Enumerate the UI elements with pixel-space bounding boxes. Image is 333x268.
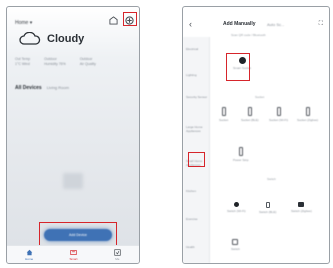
category-sidebar: Electrical Lighting Security Sensor Larg… (183, 37, 210, 263)
section-title: Socket (255, 95, 265, 99)
device-highlight (226, 53, 250, 81)
tab-living-room[interactable]: Living Room (47, 85, 69, 90)
empty-state-image (63, 173, 83, 189)
socket-icon (221, 107, 226, 116)
device-item[interactable]: Socket (BLE) (241, 107, 259, 122)
nav-smart[interactable]: Smart (69, 249, 78, 261)
device-item[interactable]: Switch (231, 239, 240, 251)
device-item[interactable]: Switch (Zigbee) (291, 202, 312, 213)
device-item[interactable]: Switch (BLE) (259, 202, 276, 214)
switch-icon (265, 202, 270, 208)
socket-icon (276, 107, 281, 116)
room-tabs: All Devices Living Room (15, 85, 69, 91)
add-device-screen: ‹ Add Manually Auto Sc... ⛶ Scan QR code… (182, 6, 330, 264)
home-selector[interactable]: Home ▾ (15, 20, 32, 26)
sidebar-item-large-appliances[interactable]: Large Home Appliances (186, 125, 208, 133)
switch-icon (232, 239, 239, 245)
switch-icon (298, 202, 305, 207)
weather-widget: Cloudy (19, 32, 84, 46)
nav-home[interactable]: Home (25, 249, 33, 261)
sidebar-item-health[interactable]: Health (186, 245, 208, 249)
sidebar-item-exercise[interactable]: Exercise (186, 217, 208, 221)
sidebar-item-lighting[interactable]: Lighting (186, 73, 208, 77)
sidebar-item-kitchen[interactable]: Kitchen (186, 189, 208, 193)
tab-all-devices[interactable]: All Devices (15, 85, 42, 91)
power-strip-icon (238, 147, 243, 156)
device-item[interactable]: Power Strip (233, 147, 249, 162)
scene-icon[interactable] (108, 15, 118, 25)
home-icon (26, 249, 32, 255)
socket-icon (305, 107, 310, 116)
smart-icon (70, 249, 77, 255)
sidebar-item-electrical[interactable]: Electrical (186, 47, 208, 51)
socket-icon (247, 107, 252, 116)
switch-icon (233, 202, 239, 207)
back-arrow-icon[interactable]: ‹ (189, 19, 192, 29)
sidebar-highlight (188, 152, 205, 167)
scan-subtitle: Scan QR code / Bluetooth (231, 33, 266, 37)
add-icon-highlight (123, 12, 137, 26)
weather-metrics: Out Temp 1°C Wind Outdoor Humidity 76% O… (15, 57, 96, 67)
expand-icon[interactable]: ⛶ (319, 21, 323, 28)
weather-label: Cloudy (47, 33, 85, 45)
device-item[interactable]: Socket (Zigbee) (297, 107, 318, 122)
me-icon (114, 248, 121, 256)
tab-add-manually[interactable]: Add Manually (223, 21, 256, 27)
section-title: Switch (267, 177, 276, 181)
cloud-icon (19, 32, 41, 45)
device-item[interactable]: Socket (219, 107, 228, 122)
device-item[interactable]: Socket (Wi-Fi) (269, 107, 288, 122)
nav-me[interactable]: Me (114, 248, 121, 261)
bottom-nav: Home Smart Me (7, 245, 139, 263)
add-device-highlight (39, 222, 117, 247)
metric-item: Outdoor Humidity 76% (44, 57, 66, 66)
device-item[interactable]: Switch (Wi-Fi) (227, 202, 246, 213)
tab-auto-scan[interactable]: Auto Sc... (267, 22, 284, 27)
header-bar: ‹ Add Manually Auto Sc... ⛶ (183, 19, 329, 29)
sidebar-item-security[interactable]: Security Sensor (186, 95, 208, 99)
metric-item: Out Temp 1°C Wind (15, 57, 31, 66)
home-screen: Home ▾ Cloudy Out Temp 1°C Wind Outdoor … (6, 6, 140, 264)
screenshot-canvas: Home ▾ Cloudy Out Temp 1°C Wind Outdoor … (0, 0, 333, 268)
metric-item: Outdoor Air Quality (79, 57, 96, 66)
